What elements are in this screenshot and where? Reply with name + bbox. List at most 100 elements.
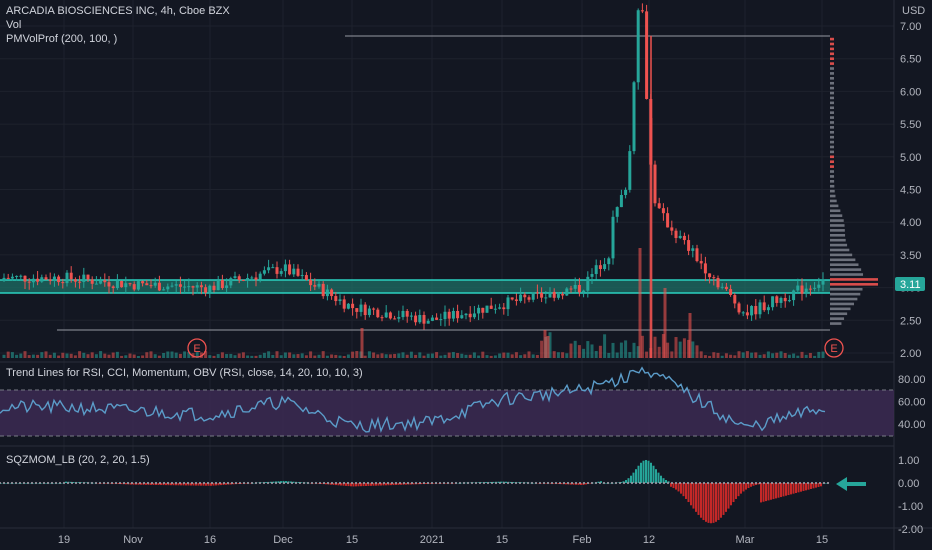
- sqz-zero-dot: [42, 481, 46, 485]
- volume-bar: [52, 352, 56, 358]
- sqz-zero-dot: [682, 481, 686, 485]
- volume-bar: [460, 353, 464, 358]
- vol-label[interactable]: Vol: [6, 19, 21, 31]
- sqz-zero-dot: [322, 481, 326, 485]
- volume-bar: [666, 342, 670, 358]
- volume-bar: [279, 355, 283, 358]
- pmvol-label[interactable]: PMVolProf (200, 100, ): [6, 33, 117, 45]
- volume-bar: [594, 351, 598, 358]
- candle-body: [166, 286, 170, 290]
- sqz-tick: 1.00: [898, 455, 919, 467]
- sqz-zero-dot: [294, 481, 298, 485]
- volume-bar: [355, 351, 359, 358]
- time-tick: 16: [204, 534, 216, 546]
- sqz-zero-dot: [10, 481, 14, 485]
- sqz-label[interactable]: SQZMOM_LB (20, 2, 20, 1.5): [6, 454, 150, 466]
- sqz-zero-dot: [138, 481, 142, 485]
- sqz-zero-dot: [566, 481, 570, 485]
- candle-body: [40, 277, 44, 282]
- volume-bar: [220, 352, 224, 358]
- volume-bar: [691, 341, 695, 358]
- sqz-zero-dot: [486, 481, 490, 485]
- profile-bar: [830, 111, 834, 114]
- volume-bar: [729, 354, 733, 358]
- sqz-zero-dot: [466, 481, 470, 485]
- profile-bar: [830, 302, 855, 306]
- volume-bar: [174, 352, 178, 358]
- sqz-bar: [802, 483, 805, 492]
- profile-bar: [830, 248, 850, 252]
- sqz-zero-dot: [494, 481, 498, 485]
- sqz-bar: [825, 483, 827, 484]
- volume-bar: [477, 355, 481, 358]
- candle-body: [771, 296, 775, 308]
- candle-body: [388, 312, 392, 319]
- profile-bar: [830, 194, 836, 198]
- volume-bar: [69, 353, 73, 358]
- volume-bar: [758, 354, 762, 358]
- candle-body: [19, 275, 23, 277]
- sqz-bar: [690, 483, 692, 506]
- candle-body: [561, 294, 565, 296]
- volume-bar: [216, 354, 220, 358]
- earnings-marker[interactable]: E: [824, 338, 844, 358]
- profile-bar: [830, 37, 834, 41]
- price-axis[interactable]: 7.006.506.005.505.004.504.003.503.002.50…: [900, 21, 921, 360]
- profile-bar: [830, 175, 835, 178]
- trading-chart[interactable]: E E ARCADIA BIOSCIENCES INC, 4h, Cboe BZ…: [0, 0, 932, 550]
- candle-body: [628, 151, 632, 190]
- sqz-zero-dot: [642, 481, 646, 485]
- volume-bar: [384, 354, 388, 358]
- sqz-zero-dot: [638, 481, 642, 485]
- sqz-bar: [717, 483, 720, 521]
- profile-bar: [830, 121, 834, 124]
- candle-body: [506, 297, 510, 310]
- candle-body: [615, 207, 619, 217]
- trend-lines-label[interactable]: Trend Lines for RSI, CCI, Momentum, OBV …: [6, 367, 363, 379]
- time-axis[interactable]: 19 Nov 16 Dec 15 2021 15 Feb 12 Mar 15: [58, 534, 828, 546]
- candle-body: [582, 290, 586, 293]
- candle-body: [695, 248, 699, 262]
- volume-bar: [779, 351, 783, 358]
- sqz-bar: [205, 483, 207, 486]
- volume-bar: [682, 338, 686, 358]
- volume-bar: [619, 342, 623, 358]
- candle-body: [762, 302, 766, 311]
- sqz-bar: [800, 483, 802, 492]
- sqz-zero-dot: [106, 481, 110, 485]
- sqz-zero-dot: [74, 481, 78, 485]
- candle-body: [489, 305, 493, 309]
- sqz-bar: [405, 483, 407, 485]
- sqz-zero-dot: [142, 481, 146, 485]
- candle-body: [241, 279, 245, 281]
- sqz-zero-dot: [658, 481, 662, 485]
- sqz-zero-dot: [34, 481, 38, 485]
- earnings-marker[interactable]: E: [187, 338, 207, 358]
- volume-bar: [309, 351, 313, 358]
- candle-body: [120, 280, 124, 288]
- candle-body: [548, 291, 552, 298]
- candle-body: [296, 268, 300, 276]
- volume-bar: [754, 352, 758, 358]
- volume-bar: [733, 355, 737, 358]
- candle-body: [23, 275, 27, 282]
- symbol-title[interactable]: ARCADIA BIOSCIENCES INC, 4h, Cboe BZX: [6, 5, 230, 17]
- sqz-zero-dot: [678, 481, 682, 485]
- candle-body: [426, 320, 430, 324]
- sqz-zero-dot: [354, 481, 358, 485]
- volume-bar: [615, 352, 619, 358]
- candle-body: [397, 317, 401, 319]
- sqz-zero-dot: [694, 481, 698, 485]
- volume-bar: [577, 345, 581, 358]
- candle-body: [380, 317, 384, 319]
- sqz-zero-dot: [190, 481, 194, 485]
- volume-bar: [288, 352, 292, 358]
- sqz-zero-dot: [598, 481, 602, 485]
- sqz-zero-dot: [446, 481, 450, 485]
- volume-bar: [493, 355, 497, 358]
- candle-body: [103, 280, 107, 283]
- sqz-zero-dot: [770, 481, 774, 485]
- volume-profile: [830, 37, 878, 325]
- sqz-bar: [245, 483, 247, 484]
- candle-body: [724, 286, 728, 290]
